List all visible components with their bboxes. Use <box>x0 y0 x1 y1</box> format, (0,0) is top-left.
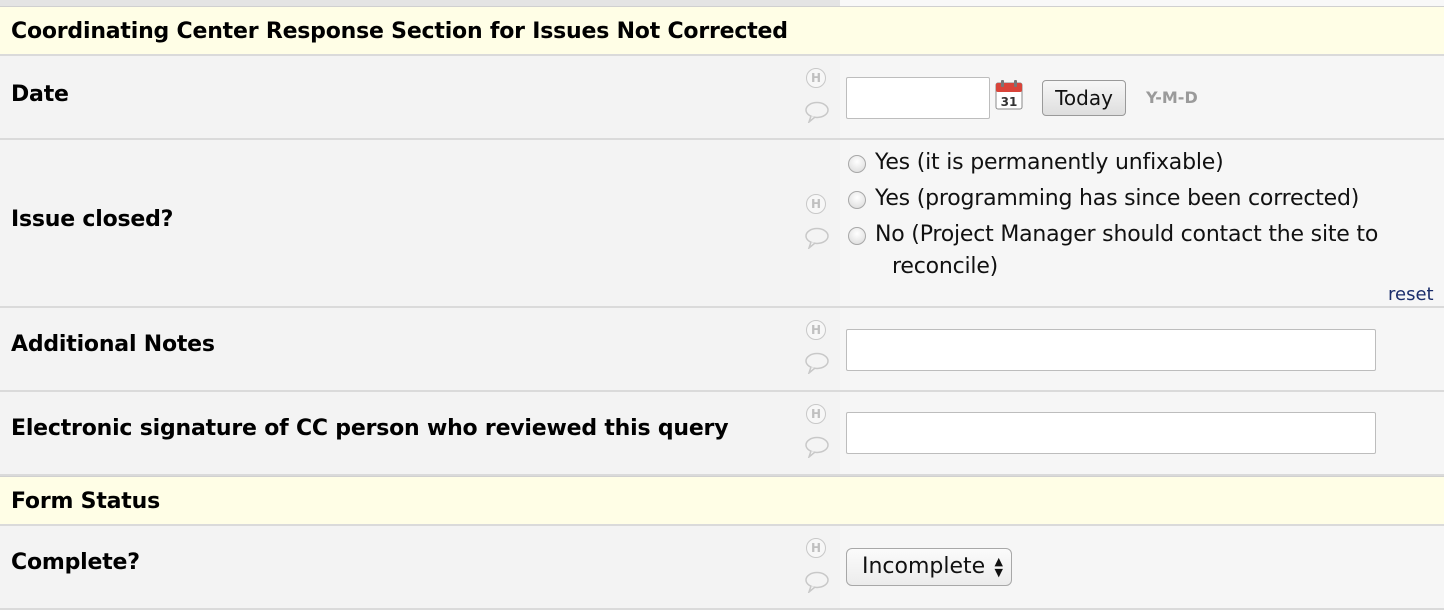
history-icon[interactable]: H <box>806 538 826 558</box>
radio-label-3-continued[interactable]: reconcile) <box>892 254 998 279</box>
calendar-day: 31 <box>1001 95 1018 109</box>
form-table: Coordinating Center Response Section for… <box>0 0 1444 610</box>
section-header-coordinating: Coordinating Center Response Section for… <box>0 6 1444 56</box>
row-complete: Complete? <box>0 526 1444 610</box>
radio-label-2[interactable]: Yes (programming has since been correcte… <box>875 186 1359 211</box>
radio-option-3[interactable] <box>848 227 866 245</box>
comment-icon[interactable] <box>804 101 830 123</box>
radio-option-1[interactable] <box>848 155 866 173</box>
select-arrows-icon: ▲ ▼ <box>994 555 1003 579</box>
history-icon[interactable]: H <box>806 320 826 340</box>
field-label-additional-notes: Additional Notes <box>11 332 215 357</box>
comment-icon[interactable] <box>804 436 830 458</box>
section-header-form-status: Form Status <box>0 476 1444 526</box>
reset-link[interactable]: reset <box>1388 284 1434 305</box>
comment-icon[interactable] <box>804 352 830 374</box>
field-label-complete: Complete? <box>11 550 140 575</box>
section-title: Form Status <box>11 489 160 514</box>
complete-select[interactable]: Incomplete ▲ ▼ <box>846 548 1012 586</box>
field-label-issue-closed: Issue closed? <box>11 207 174 232</box>
radio-option-2[interactable] <box>848 191 866 209</box>
section-title: Coordinating Center Response Section for… <box>11 19 788 44</box>
calendar-icon[interactable]: 31 <box>995 80 1023 110</box>
row-date: Date <box>0 56 1444 140</box>
history-icon[interactable]: H <box>806 404 826 424</box>
comment-icon[interactable] <box>804 571 830 593</box>
today-button[interactable]: Today <box>1042 80 1126 116</box>
additional-notes-input[interactable] <box>846 329 1376 371</box>
date-format-hint: Y-M-D <box>1146 88 1198 107</box>
field-label-date: Date <box>11 82 69 107</box>
date-input[interactable] <box>846 77 990 119</box>
history-icon[interactable]: H <box>806 194 826 214</box>
history-icon[interactable]: H <box>806 68 826 88</box>
field-label-signature: Electronic signature of CC person who re… <box>11 416 729 441</box>
radio-label-3[interactable]: No (Project Manager should contact the s… <box>875 222 1378 247</box>
comment-icon[interactable] <box>804 227 830 249</box>
radio-label-1[interactable]: Yes (it is permanently unfixable) <box>875 150 1224 175</box>
complete-select-value: Incomplete <box>862 554 986 579</box>
signature-input[interactable] <box>846 412 1376 454</box>
